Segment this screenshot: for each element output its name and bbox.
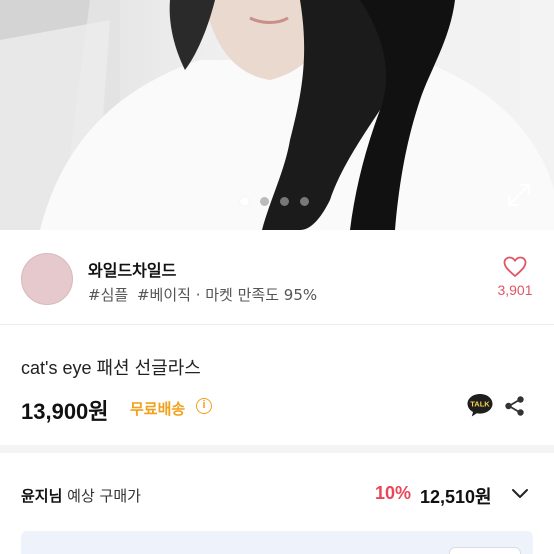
heart-icon bbox=[503, 256, 527, 277]
seller-tag[interactable]: #베이직 bbox=[137, 286, 191, 304]
discount-rate: 10% bbox=[375, 483, 412, 503]
like-count: 3,901 bbox=[497, 282, 533, 298]
like-button[interactable]: 3,901 bbox=[490, 256, 540, 298]
share-icon[interactable] bbox=[504, 395, 526, 417]
expand-icon[interactable] bbox=[506, 182, 532, 208]
info-icon[interactable]: i bbox=[196, 398, 212, 414]
product-image-carousel[interactable] bbox=[0, 0, 554, 230]
expected-price-text: 예상 구매가 bbox=[62, 487, 141, 505]
tag-separator: · bbox=[190, 286, 206, 304]
product-title: cat's eye 패션 선글라스 bbox=[21, 358, 201, 378]
user-name: 윤지님 bbox=[21, 487, 63, 505]
seller-avatar[interactable] bbox=[21, 253, 73, 305]
chevron-down-icon[interactable] bbox=[511, 488, 529, 500]
expected-price-row[interactable]: 윤지님 예상 구매가 10% 12,510원 bbox=[0, 453, 554, 531]
carousel-dot[interactable] bbox=[240, 197, 249, 206]
section-divider bbox=[0, 445, 554, 453]
coupon-banner[interactable] bbox=[21, 531, 533, 554]
carousel-dot[interactable] bbox=[300, 197, 309, 206]
product-price: 13,900원 bbox=[21, 399, 109, 424]
coupon-button[interactable] bbox=[449, 547, 521, 554]
seller-info[interactable]: 와일드차일드 #심플 #베이직 · 마켓 만족도 95% 3,901 bbox=[0, 230, 554, 325]
free-shipping-badge: 무료배송 bbox=[130, 400, 186, 418]
carousel-indicator bbox=[240, 197, 309, 206]
product-photo bbox=[0, 0, 554, 230]
seller-tags: #심플 #베이직 · 마켓 만족도 95% bbox=[88, 284, 317, 305]
kakao-talk-icon[interactable]: TALK bbox=[466, 392, 494, 418]
market-satisfaction: 마켓 만족도 95% bbox=[205, 286, 318, 304]
expected-price: 12,510원 bbox=[420, 487, 492, 507]
seller-tag[interactable]: #심플 bbox=[88, 286, 128, 304]
talk-label: TALK bbox=[470, 400, 490, 409]
product-summary: cat's eye 패션 선글라스 13,900원 무료배송 i TALK bbox=[0, 326, 554, 444]
expected-price-label: 윤지님 예상 구매가 bbox=[21, 485, 141, 506]
carousel-dot[interactable] bbox=[280, 197, 289, 206]
seller-name[interactable]: 와일드차일드 bbox=[88, 257, 176, 281]
carousel-dot[interactable] bbox=[260, 197, 269, 206]
